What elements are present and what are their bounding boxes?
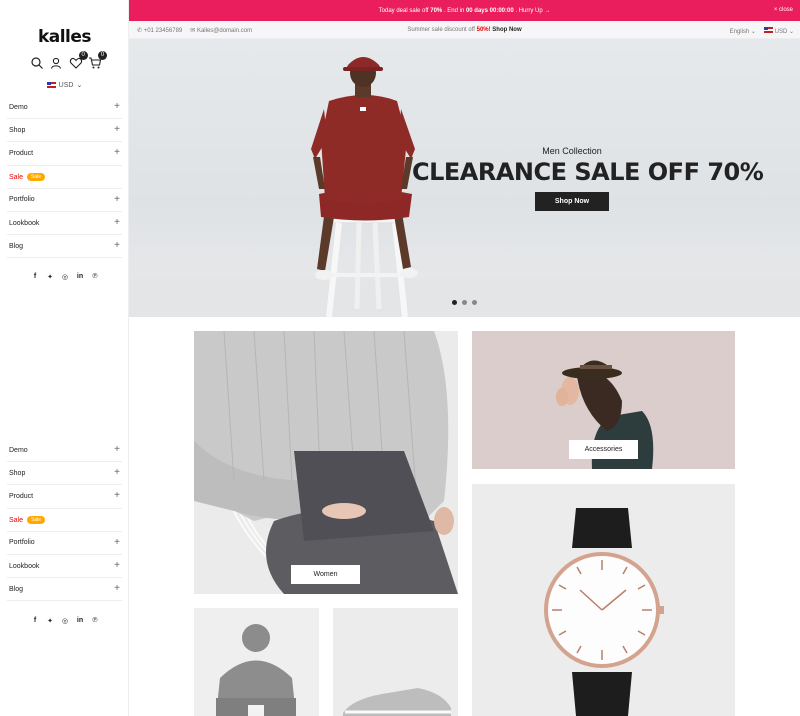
sidebar-item-label: Sale Sale (9, 515, 46, 524)
sidebar-item-portfolio[interactable]: Portfolio + (7, 189, 122, 212)
wishlist-count-badge: 0 (78, 51, 88, 60)
watch-image (472, 484, 735, 716)
slider-dot[interactable] (462, 300, 467, 305)
language-selector[interactable]: English ⌄ (730, 28, 756, 35)
expand-plus-icon[interactable]: + (114, 468, 120, 478)
sidebar-item-demo[interactable]: Demo + (7, 439, 122, 463)
linkedin-icon[interactable]: in (75, 617, 85, 625)
slider-dots (452, 300, 477, 305)
women-label[interactable]: Women (291, 565, 360, 584)
sidebar-item-label: Product (9, 149, 34, 157)
user-icon[interactable] (49, 56, 63, 70)
instagram-icon[interactable]: ◎ (60, 273, 70, 281)
linkedin-icon[interactable]: in (75, 273, 85, 281)
sidebar-item-label: Lookbook (9, 219, 40, 227)
expand-plus-icon[interactable]: + (114, 125, 120, 135)
sidebar-item-shop[interactable]: Shop + (7, 462, 122, 486)
sidebar-item-portfolio[interactable]: Portfolio + (7, 532, 122, 555)
shoes-image (333, 608, 458, 716)
pinterest-icon[interactable]: ℗ (90, 273, 100, 281)
sale-badge: Sale (27, 515, 46, 524)
sidebar-item-lookbook[interactable]: Lookbook + (7, 212, 122, 236)
instagram-icon[interactable]: ◎ (60, 617, 70, 625)
expand-plus-icon[interactable]: + (114, 102, 120, 112)
expand-plus-icon[interactable]: + (114, 561, 120, 571)
expand-plus-icon[interactable]: + (114, 148, 120, 158)
sidebar-item-lookbook[interactable]: Lookbook + (7, 555, 122, 579)
search-icon[interactable] (30, 56, 44, 70)
wishlist-icon[interactable]: 0 (69, 51, 88, 70)
cart-icon[interactable]: 0 (88, 51, 107, 70)
accessories-label[interactable]: Accessories (569, 440, 638, 459)
category-tile-shoes[interactable] (333, 608, 458, 716)
sidebar-menu-bottom: Demo + Shop + Product + Sale Sale Portfolio + Look… (7, 439, 122, 602)
social-links-top: f ✦ ◎ in ℗ (30, 273, 100, 281)
slider-dot[interactable] (472, 300, 477, 305)
category-tile-beanie[interactable] (194, 608, 319, 716)
sidebar-menu-top: Demo + Shop + Product + Sale Sale Portfolio + Look… (7, 96, 122, 259)
category-tile-watch[interactable] (472, 484, 735, 716)
expand-plus-icon[interactable]: + (114, 241, 120, 251)
pinterest-icon[interactable]: ℗ (90, 617, 100, 625)
social-links-bottom: f ✦ ◎ in ℗ (30, 617, 100, 625)
sidebar-item-label: Portfolio (9, 539, 35, 547)
header-icons: 0 0 (30, 51, 107, 71)
expand-plus-icon[interactable]: + (114, 218, 120, 228)
sidebar-item-shop[interactable]: Shop + (7, 119, 122, 143)
sidebar-item-label: Shop (9, 469, 26, 477)
shop-now-link[interactable]: Shop Now (492, 27, 521, 33)
sidebar-item-product[interactable]: Product + (7, 142, 122, 166)
sidebar-item-label: Demo (9, 446, 28, 454)
promo-text: Today deal sale off 70% . End in 00 days… (378, 7, 551, 14)
hero-title: CLEARANCE SALE OFF 70% (412, 158, 764, 186)
us-flag-icon (46, 82, 56, 88)
expand-plus-icon[interactable]: + (114, 584, 120, 594)
expand-plus-icon[interactable]: + (114, 537, 120, 548)
sidebar-item-blog[interactable]: Blog + (7, 578, 122, 602)
hero-slider[interactable]: Men Collection CLEARANCE SALE OFF 70% Sh… (129, 39, 800, 317)
hero-subtitle: Men Collection (542, 146, 602, 156)
category-tile-women[interactable]: Women (194, 331, 458, 594)
sidebar-item-label: Portfolio (9, 196, 35, 204)
sidebar-item-label: Blog (9, 585, 24, 593)
sidebar: kalles 0 0 USD ⌄ Demo + Shop + Product + Sale S… (0, 0, 129, 716)
currency-selector[interactable]: USD ⌄ (0, 81, 129, 89)
currency-selector-top[interactable]: USD ⌄ (763, 27, 794, 35)
close-promo-button[interactable]: × close (774, 7, 793, 13)
expand-plus-icon[interactable]: + (114, 491, 120, 501)
sidebar-item-label: Lookbook (9, 562, 40, 570)
category-tile-accessories[interactable]: Accessories (472, 331, 735, 469)
sidebar-item-label: Blog (9, 242, 24, 250)
promo-bar: Today deal sale off 70% . End in 00 days… (129, 0, 800, 21)
sidebar-item-label: Demo (9, 103, 28, 111)
info-bar: ✆ +01 23456789 ✉ Kalles@domain.com Summe… (129, 21, 800, 39)
cart-count-badge: 0 (97, 51, 107, 60)
currency-label: USD (58, 81, 74, 89)
sidebar-item-sale[interactable]: Sale Sale (7, 509, 122, 532)
us-flag-icon (763, 27, 773, 33)
women-image (194, 331, 458, 594)
sidebar-item-demo[interactable]: Demo + (7, 96, 122, 120)
summer-sale-notice: Summer sale discount off 50%! Shop Now (407, 27, 522, 33)
facebook-icon[interactable]: f (30, 273, 40, 281)
expand-plus-icon[interactable]: + (114, 445, 120, 455)
sidebar-item-blog[interactable]: Blog + (7, 235, 122, 259)
hero-shop-now-button[interactable]: Shop Now (534, 192, 610, 211)
slider-dot[interactable] (452, 300, 457, 305)
beanie-image (194, 608, 319, 716)
logo[interactable]: kalles (0, 27, 129, 47)
sidebar-item-label: Shop (9, 126, 26, 134)
hero-content: Men Collection CLEARANCE SALE OFF 70% Sh… (412, 146, 764, 211)
sale-badge: Sale (27, 172, 46, 181)
twitter-icon[interactable]: ✦ (45, 273, 55, 281)
facebook-icon[interactable]: f (30, 617, 40, 625)
chevron-down-icon: ⌄ (76, 82, 83, 89)
sidebar-item-sale[interactable]: Sale Sale (7, 166, 122, 189)
expand-plus-icon[interactable]: + (114, 194, 120, 205)
sidebar-item-label: Product (9, 492, 34, 500)
twitter-icon[interactable]: ✦ (45, 617, 55, 625)
sidebar-item-label: Sale Sale (9, 172, 46, 181)
sidebar-item-product[interactable]: Product + (7, 485, 122, 509)
